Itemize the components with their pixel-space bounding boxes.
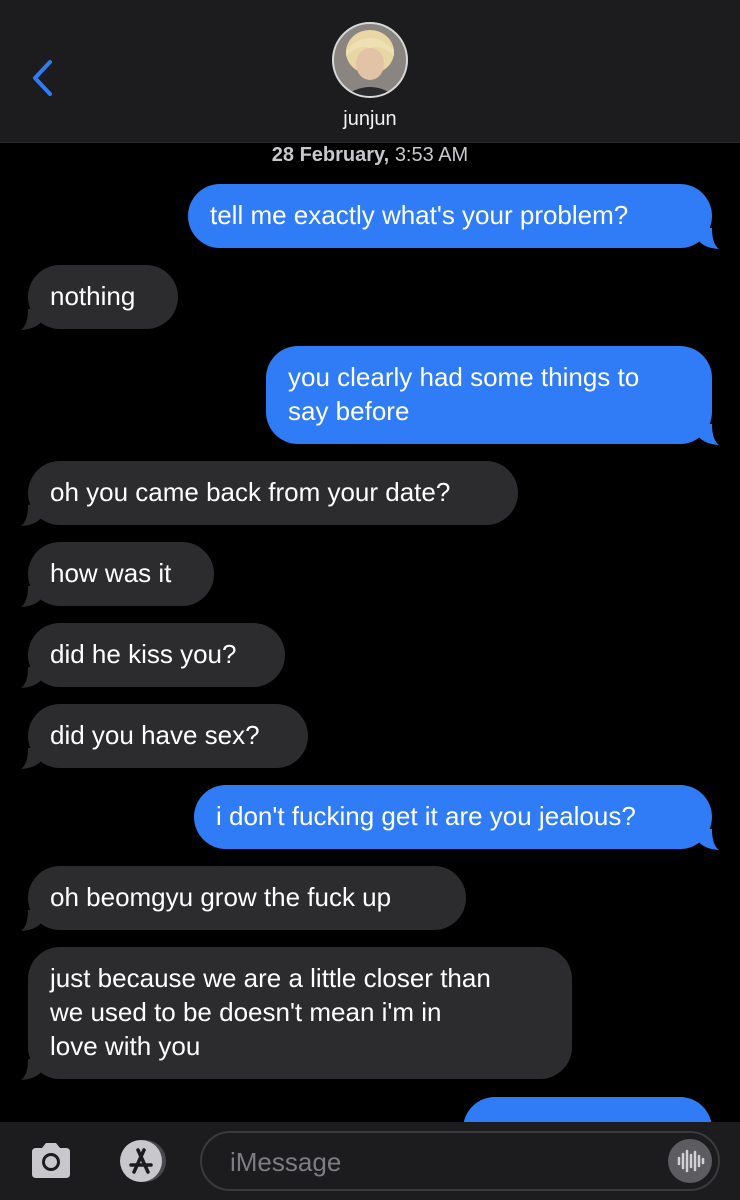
bubble-tail [698, 228, 719, 249]
message-text-line: just because we are a little closer than [50, 963, 491, 993]
bubble-tail [21, 748, 42, 769]
camera-icon [32, 1143, 70, 1178]
app-store-button[interactable] [112, 1136, 170, 1186]
incoming-message[interactable]: oh you came back from your date? [28, 461, 518, 525]
bubble-tail [21, 586, 42, 607]
bubble-tail [698, 829, 719, 850]
message-timestamp: 28 February, 3:53 AM [0, 144, 740, 167]
message-text: did he kiss you? [50, 639, 237, 669]
outgoing-message[interactable]: i don't fucking get it are you jealous? [194, 785, 712, 849]
avatar-photo [332, 22, 408, 98]
outgoing-message[interactable]: tell me exactly what's your problem? [188, 184, 712, 248]
incoming-message[interactable]: oh beomgyu grow the fuck up [28, 866, 466, 930]
incoming-message[interactable]: how was it [28, 542, 214, 606]
voice-waveform-icon [677, 1149, 705, 1173]
message-text-line: you clearly had some things to [288, 362, 640, 392]
incoming-message[interactable]: nothing [28, 265, 178, 329]
bubble-tail [21, 667, 42, 688]
contact-avatar[interactable] [332, 22, 408, 98]
message-text: nothing [50, 281, 136, 311]
message-text-line: say before [288, 396, 410, 426]
camera-button[interactable] [26, 1136, 76, 1186]
incoming-message[interactable]: did you have sex? [28, 704, 308, 768]
message-text: i don't fucking get it are you jealous? [216, 801, 636, 831]
timestamp-date: 28 February, [271, 144, 390, 166]
outgoing-message[interactable]: you clearly had some things to say befor… [266, 346, 712, 444]
message-text: did you have sex? [50, 720, 260, 750]
message-text: how was it [50, 558, 172, 588]
timestamp-time: 3:53 AM [394, 144, 469, 166]
bubble-tail [21, 505, 42, 526]
back-button[interactable] [22, 52, 62, 104]
message-text: tell me exactly what's your problem? [210, 200, 629, 230]
chevron-left-icon [33, 60, 52, 96]
conversation-header: junjun [0, 0, 740, 143]
voice-message-button[interactable] [668, 1139, 712, 1183]
app-store-icon [120, 1140, 166, 1182]
message-input[interactable]: iMessage [200, 1131, 720, 1191]
message-text-line: love with you [50, 1031, 201, 1061]
bubble-tail [21, 910, 42, 931]
bubble-tail [21, 309, 42, 330]
incoming-message[interactable]: did he kiss you? [28, 623, 285, 687]
incoming-message[interactable]: just because we are a little closer than… [28, 947, 572, 1079]
message-input-placeholder: iMessage [230, 1147, 342, 1177]
bubble-tail [698, 424, 719, 445]
bubble-tail [21, 1059, 42, 1080]
contact-name[interactable]: junjun [0, 108, 740, 131]
message-text-line: we used to be doesn't mean i'm in [50, 997, 442, 1027]
message-text: oh beomgyu grow the fuck up [50, 882, 392, 912]
message-text: oh you came back from your date? [50, 477, 451, 507]
